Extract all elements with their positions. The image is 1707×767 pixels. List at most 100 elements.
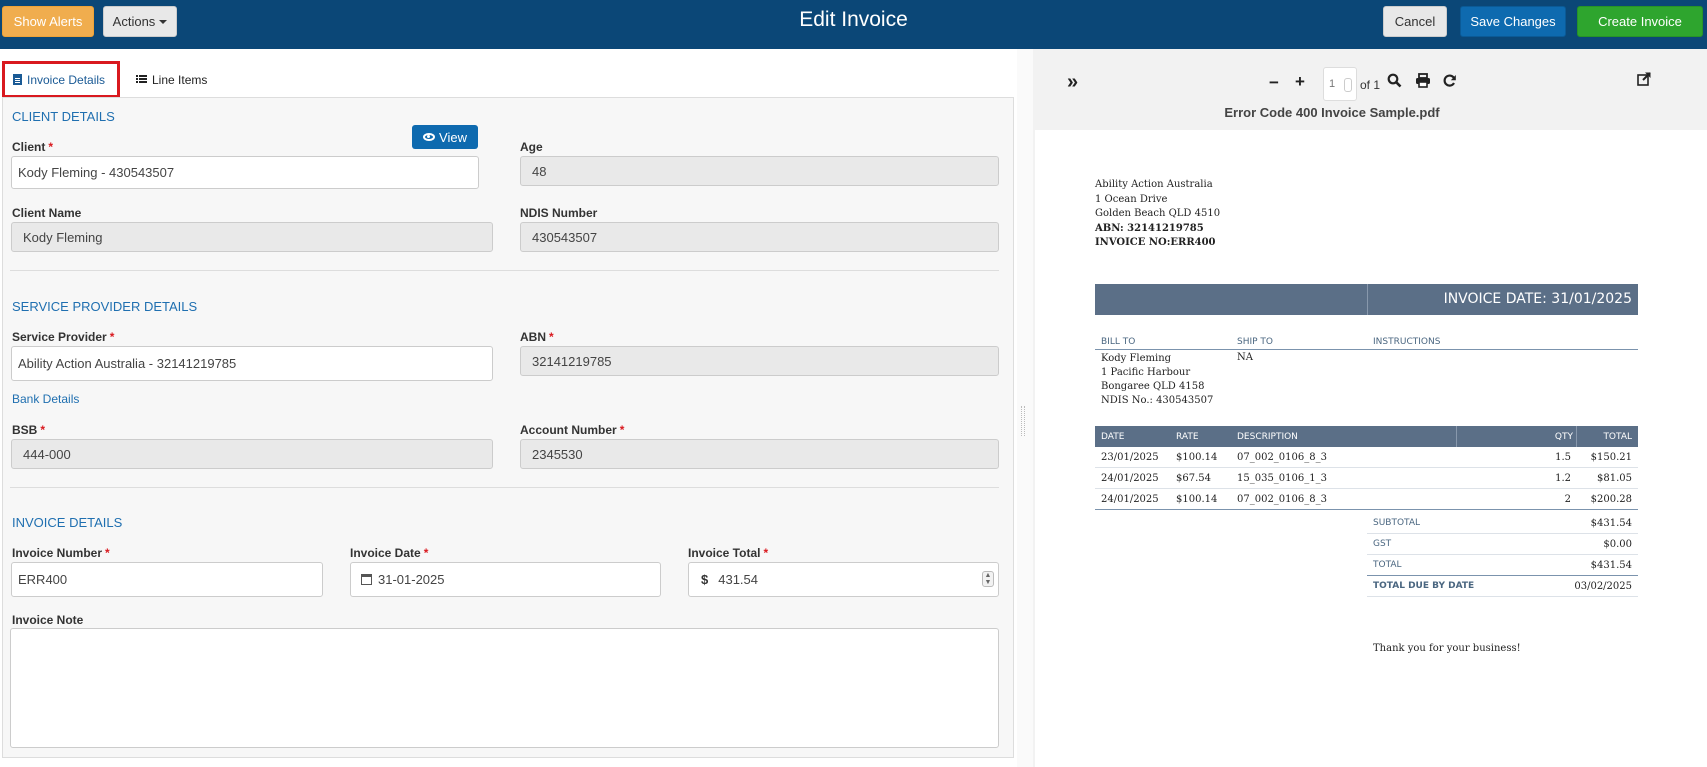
divider xyxy=(10,487,999,488)
col-total: TOTAL xyxy=(1603,432,1632,442)
total-due-row: TOTAL DUE BY DATE 03/02/2025 xyxy=(1367,576,1638,597)
splitter-grip[interactable] xyxy=(1021,406,1025,436)
abn-field[interactable]: 32141219785 xyxy=(520,346,999,376)
client-name-field[interactable]: Kody Fleming xyxy=(11,222,493,252)
invoice-total-input[interactable]: $431.54 ▲ ▼ xyxy=(688,562,999,597)
client-value: Kody Fleming - 430543507 xyxy=(18,165,175,180)
band-divider xyxy=(1367,284,1368,315)
sender-line1: 1 Ocean Drive xyxy=(1095,193,1168,205)
client-select[interactable]: Kody Fleming - 430543507 xyxy=(11,156,479,189)
invoice-number-text: INVOICE NO:ERR400 xyxy=(1095,237,1216,248)
create-invoice-button[interactable]: Create Invoice xyxy=(1577,6,1703,37)
invoice-date-input[interactable]: 31-01-2025 xyxy=(350,562,661,597)
tab-invoice-details[interactable]: Invoice Details xyxy=(2,61,120,98)
row-total: $150.21 xyxy=(1590,452,1632,463)
bill-to-line1: 1 Pacific Harbour xyxy=(1101,367,1191,378)
number-spinner[interactable]: ▲ ▼ xyxy=(982,571,994,587)
zoom-out-icon[interactable]: − xyxy=(1269,73,1279,93)
page-spinner[interactable] xyxy=(1344,78,1352,92)
subtotal-value: $431.54 xyxy=(1590,518,1632,529)
save-changes-button[interactable]: Save Changes xyxy=(1460,6,1566,37)
sender-address: Ability Action Australia 1 Ocean Drive G… xyxy=(1095,178,1220,251)
tab-invoice-details-label: Invoice Details xyxy=(27,72,106,87)
invoice-date-label: Invoice Date * xyxy=(350,546,429,560)
bill-to-ndis: NDIS No.: 430543507 xyxy=(1101,395,1214,406)
bill-to-name: Kody Fleming xyxy=(1101,353,1172,364)
bsb-field[interactable]: 444-000 xyxy=(11,439,493,469)
account-number-field[interactable]: 2345530 xyxy=(520,439,999,469)
gst-label: GST xyxy=(1373,539,1392,549)
sender-name: Ability Action Australia xyxy=(1095,179,1213,190)
bsb-value: 444-000 xyxy=(23,446,71,462)
divider xyxy=(10,270,999,271)
search-icon[interactable] xyxy=(1387,73,1402,92)
sender-line2: Golden Beach QLD 4510 xyxy=(1095,208,1221,219)
service-provider-select[interactable]: Ability Action Australia - 32141219785 xyxy=(11,346,493,381)
col-separator xyxy=(1576,426,1577,447)
client-name-label: Client Name xyxy=(12,206,82,220)
cancel-button[interactable]: Cancel xyxy=(1383,6,1447,37)
page-title: Edit Invoice xyxy=(799,8,908,31)
account-number-label: Account Number * xyxy=(520,423,625,437)
zoom-in-icon[interactable]: + xyxy=(1295,72,1305,92)
address-rule xyxy=(1095,349,1638,350)
bank-details-heading: Bank Details xyxy=(12,392,80,406)
invoice-total-value: 431.54 xyxy=(718,572,758,587)
open-external-icon[interactable] xyxy=(1637,71,1651,91)
total-label: TOTAL xyxy=(1373,560,1402,570)
view-client-button[interactable]: View xyxy=(412,125,478,149)
collapse-panel-icon[interactable]: » xyxy=(1067,71,1078,94)
row-qty: 1.2 xyxy=(1555,473,1571,484)
pdf-toolbar: » − + 1 of 1 Error Code 400 Invoice Samp… xyxy=(1033,49,1707,129)
service-provider-heading: SERVICE PROVIDER DETAILS xyxy=(12,299,198,314)
invoice-note-textarea[interactable] xyxy=(10,628,999,748)
ndis-number-value: 430543507 xyxy=(532,229,598,245)
pdf-file-name: Error Code 400 Invoice Sample.pdf xyxy=(1224,105,1440,120)
thank-you-note: Thank you for your business! xyxy=(1373,643,1521,654)
ndis-number-label: NDIS Number xyxy=(520,206,598,220)
table-row: 24/01/2025 $100.14 07_002_0106_8_3 2 $20… xyxy=(1095,489,1638,510)
top-bar: Show Alerts Actions Edit Invoice Cancel … xyxy=(0,0,1707,49)
cancel-label: Cancel xyxy=(1394,14,1436,29)
subtotal-label: SUBTOTAL xyxy=(1373,518,1421,528)
invoice-number-input[interactable]: ERR400 xyxy=(11,562,323,597)
subtotal-row: SUBTOTAL $431.54 xyxy=(1367,513,1638,534)
ndis-number-field[interactable]: 430543507 xyxy=(520,222,999,252)
eye-icon xyxy=(423,133,436,141)
bill-to-address: Kody Fleming 1 Pacific Harbour Bongaree … xyxy=(1101,352,1213,408)
row-total: $200.28 xyxy=(1590,494,1632,505)
gst-value: $0.00 xyxy=(1603,539,1632,550)
page-number-input[interactable]: 1 xyxy=(1323,67,1357,101)
row-date: 24/01/2025 xyxy=(1101,473,1159,484)
create-label: Create Invoice xyxy=(1598,14,1682,29)
ship-to-heading: SHIP TO xyxy=(1237,337,1274,347)
client-label: Client * xyxy=(12,140,54,154)
age-field[interactable]: 48 xyxy=(520,156,999,186)
row-qty: 2 xyxy=(1564,494,1571,505)
dollar-icon: $ xyxy=(701,572,709,587)
row-qty: 1.5 xyxy=(1555,452,1571,463)
col-separator xyxy=(1456,426,1457,447)
pdf-viewer: » − + 1 of 1 Error Code 400 Invoice Samp… xyxy=(1033,49,1707,767)
bill-to-line2: Bongaree QLD 4158 xyxy=(1101,381,1205,392)
instructions-heading: INSTRUCTIONS xyxy=(1373,337,1441,347)
refresh-icon[interactable] xyxy=(1442,73,1457,93)
page-number-value: 1 xyxy=(1329,78,1336,90)
pdf-page: Ability Action Australia 1 Ocean Drive G… xyxy=(1035,130,1707,767)
client-name-value: Kody Fleming xyxy=(23,229,103,245)
row-total: $81.05 xyxy=(1597,473,1632,484)
table-row: 23/01/2025 $100.14 07_002_0106_8_3 1.5 $… xyxy=(1095,447,1638,468)
invoice-note-label: Invoice Note xyxy=(12,613,84,627)
save-label: Save Changes xyxy=(1470,14,1556,29)
col-date: DATE xyxy=(1101,432,1125,442)
panel-splitter[interactable] xyxy=(1017,49,1033,767)
client-details-heading: CLIENT DETAILS xyxy=(12,109,115,124)
invoice-details-heading: INVOICE DETAILS xyxy=(12,515,123,530)
view-label: View xyxy=(439,129,467,145)
col-qty: QTY xyxy=(1554,432,1573,442)
col-rate: RATE xyxy=(1176,432,1199,442)
bsb-label: BSB * xyxy=(12,423,46,437)
print-icon[interactable] xyxy=(1415,73,1431,93)
tab-line-items[interactable]: Line Items xyxy=(128,61,218,98)
total-value: $431.54 xyxy=(1590,560,1632,571)
